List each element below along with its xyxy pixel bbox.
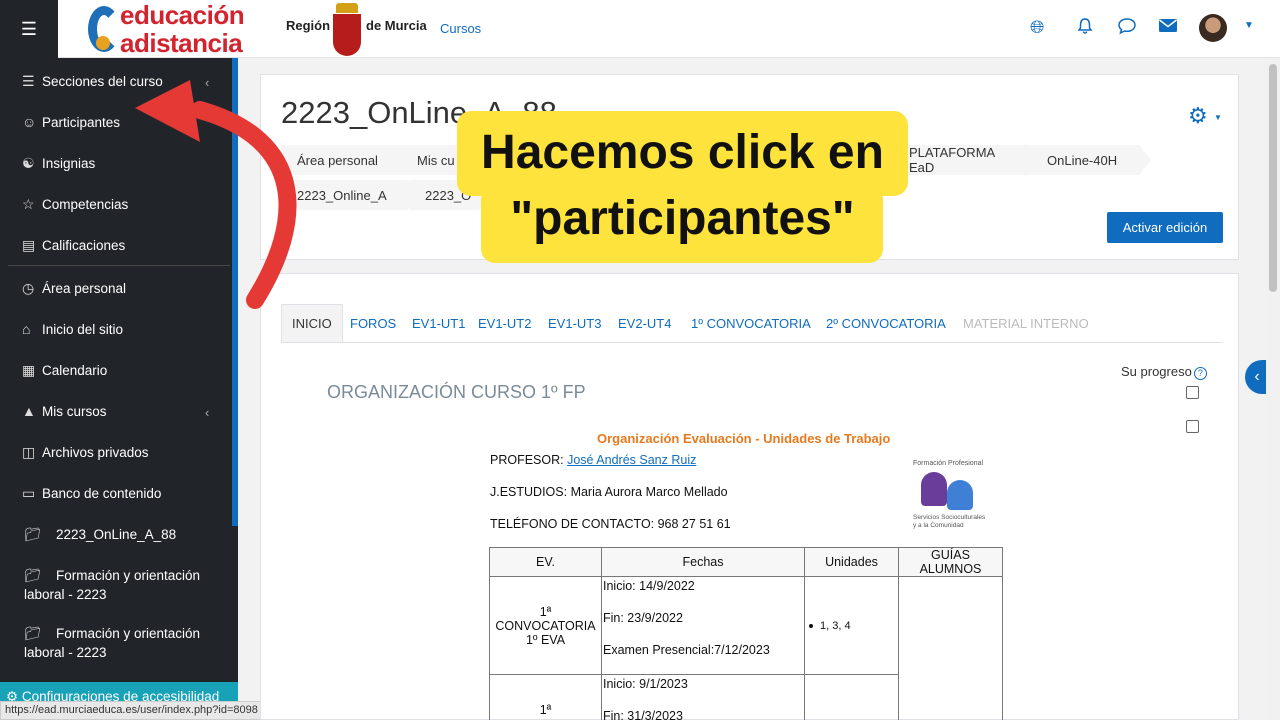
sidebar-item-archivos-privados[interactable]: ◫ Archivos privados	[22, 444, 149, 461]
paste-icon: ▭	[22, 485, 36, 501]
sidebar-item-insignias[interactable]: ☯ Insignias	[22, 155, 95, 172]
table-header: Fechas	[601, 547, 805, 577]
sidebar-item-label: Mis cursos	[42, 403, 107, 419]
sidebar-item-area-personal[interactable]: ◷ Área personal	[22, 280, 126, 297]
sidebar-item-banco-contenido[interactable]: ▭ Banco de contenido	[22, 485, 161, 502]
breadcrumb-item[interactable]: OnLine-40H	[1031, 145, 1151, 175]
tab-ev2-ut4[interactable]: EV2-UT4	[608, 304, 681, 342]
sidebar-item-participantes[interactable]: ☺ Participantes	[22, 114, 120, 130]
profesor-link[interactable]: José Andrés Sanz Ruiz	[567, 453, 696, 467]
sidebar-item-calificaciones[interactable]: ▤ Calificaciones	[22, 237, 125, 254]
sidebar-item-inicio-sitio[interactable]: ⌂ Inicio del sitio	[22, 321, 123, 337]
sidebar-item-calendario[interactable]: ▦ Calendario	[22, 362, 107, 379]
folder-icon: 📁︎	[24, 626, 42, 641]
profesor-line: PROFESOR: José Andrés Sanz Ruiz	[490, 453, 697, 467]
sidebar-item-label: Participantes	[42, 114, 121, 130]
section-title: ORGANIZACIÓN CURSO 1º FP	[327, 382, 586, 402]
section-tabs: INICIO FOROS EV1-UT1 EV1-UT2 EV1-UT3 EV2…	[281, 304, 1223, 343]
breadcrumb-item[interactable]: PLATAFORMA EaD	[893, 145, 1041, 175]
sidebar-item-label: Competencias	[42, 197, 129, 212]
tab-foros[interactable]: FOROS	[340, 304, 406, 342]
badge-icon: ☯	[22, 155, 35, 171]
sidebar-item-competencias[interactable]: ☆ Competencias	[22, 196, 128, 213]
course-content: INICIO FOROS EV1-UT1 EV1-UT2 EV1-UT3 EV2…	[260, 273, 1239, 720]
tab-material-interno: MATERIAL INTERNO	[963, 315, 1089, 331]
activate-editing-button[interactable]: Activar edición	[1107, 212, 1223, 243]
list-icon: ☰	[22, 73, 35, 89]
page-scrollbar[interactable]	[1266, 58, 1280, 720]
region-label-2: de Murcia	[366, 18, 427, 33]
avatar[interactable]	[1199, 14, 1227, 42]
tab-ev1-ut1[interactable]: EV1-UT1	[402, 304, 475, 342]
table-header-row: EV. Fechas Unidades GUÍAS ALUMNOS	[489, 547, 1003, 577]
tab-ev1-ut2[interactable]: EV1-UT2	[468, 304, 541, 342]
menu-toggle-button[interactable]: ☰	[0, 0, 58, 58]
sidebar-item-mis-cursos[interactable]: ▲ Mis cursos	[22, 403, 107, 419]
chevron-left-icon[interactable]: ‹	[205, 405, 209, 420]
logo-line-2: adistancia	[120, 28, 243, 58]
table-header: Unidades	[804, 547, 899, 577]
tab-1-convocatoria[interactable]: 1º CONVOCATORIA	[681, 304, 821, 342]
cursos-link[interactable]: Cursos	[440, 21, 481, 36]
sidebar-course-fol-1[interactable]: 📁︎ Formación y orientación laboral - 2223	[24, 566, 224, 604]
table-row: 1ª CONVOCATORIA 1º EVA Inicio: 14/9/2022…	[489, 576, 1003, 720]
progress-label: Su progreso?	[1121, 364, 1207, 380]
sidebar-item-label: 2223_OnLine_A_88	[56, 527, 177, 542]
region-label: Región	[286, 18, 331, 33]
mail-icon[interactable]	[1158, 17, 1178, 38]
fp-logo: Formación Profesional Servicios Sociocul…	[913, 460, 986, 529]
sidebar-item-label: Archivos privados	[42, 445, 149, 460]
bell-icon[interactable]	[1076, 17, 1094, 40]
tab-2-convocatoria[interactable]: 2º CONVOCATORIA	[816, 304, 956, 342]
sidebar-course-fol-2[interactable]: 📁︎ Formación y orientación laboral - 2223	[24, 624, 224, 662]
sidebar-item-label: Calificaciones	[42, 238, 126, 253]
chat-icon[interactable]	[1117, 17, 1137, 40]
chevron-down-icon[interactable]: ▼	[1244, 20, 1254, 31]
sidebar-item-label: Área personal	[42, 281, 127, 296]
sidebar-item-label: Inicio del sitio	[42, 321, 124, 337]
table-header: EV.	[489, 547, 602, 577]
chevron-down-icon[interactable]: ▼	[1214, 113, 1222, 122]
help-icon[interactable]: ?	[1193, 367, 1207, 380]
doc-title: Organización Evaluación - Unidades de Tr…	[597, 431, 891, 446]
chevron-left-icon: ‹	[1254, 368, 1260, 385]
completion-checkbox[interactable]	[1186, 420, 1199, 433]
folder-icon: 📁︎	[24, 527, 42, 542]
tab-ev1-ut3[interactable]: EV1-UT3	[538, 304, 611, 342]
murcia-crest-icon	[333, 3, 361, 56]
folder-icon: 📁︎	[24, 568, 42, 583]
home-icon: ⌂	[22, 321, 31, 337]
users-icon: ☺	[22, 114, 37, 130]
sidebar-item-label: Insignias	[42, 156, 96, 171]
sidebar-item-label: Banco de contenido	[42, 486, 162, 501]
red-arrow-annotation	[135, 80, 297, 309]
dashboard-icon: ◷	[22, 280, 35, 296]
logo-line-1: educación	[120, 0, 245, 30]
status-bar-url: https://ead.murciaeduca.es/user/index.ph…	[0, 701, 263, 720]
grades-icon: ▤	[22, 237, 36, 253]
table-header: GUÍAS ALUMNOS	[898, 547, 1003, 577]
evaluation-table: EV. Fechas Unidades GUÍAS ALUMNOS 1ª CON…	[489, 547, 1003, 720]
star-icon: ☆	[22, 196, 35, 212]
site-logo[interactable]: educación adistancia	[86, 0, 286, 58]
file-icon: ◫	[22, 444, 36, 460]
hamburger-icon: ☰	[20, 18, 38, 39]
telefono-line: TELÉFONO DE CONTACTO: 968 27 51 61	[490, 517, 731, 531]
completion-checkbox[interactable]	[1186, 386, 1199, 399]
top-navbar: ☰ educación adistancia Región de Murcia …	[0, 0, 1280, 58]
courses-icon: ▲	[22, 403, 36, 419]
callout-text: Hacemos click en "participantes"	[481, 126, 884, 245]
calendar-icon: ▦	[22, 362, 36, 378]
gear-icon[interactable]: ⚙	[1188, 103, 1208, 129]
sidebar-course-2223-online[interactable]: 📁︎ 2223_OnLine_A_88	[24, 525, 224, 544]
sidebar-item-label: Calendario	[42, 363, 108, 378]
globe-icon[interactable]: 🌐︎	[1030, 17, 1044, 38]
jefe-estudios-line: J.ESTUDIOS: Maria Aurora Marco Mellado	[490, 485, 728, 499]
